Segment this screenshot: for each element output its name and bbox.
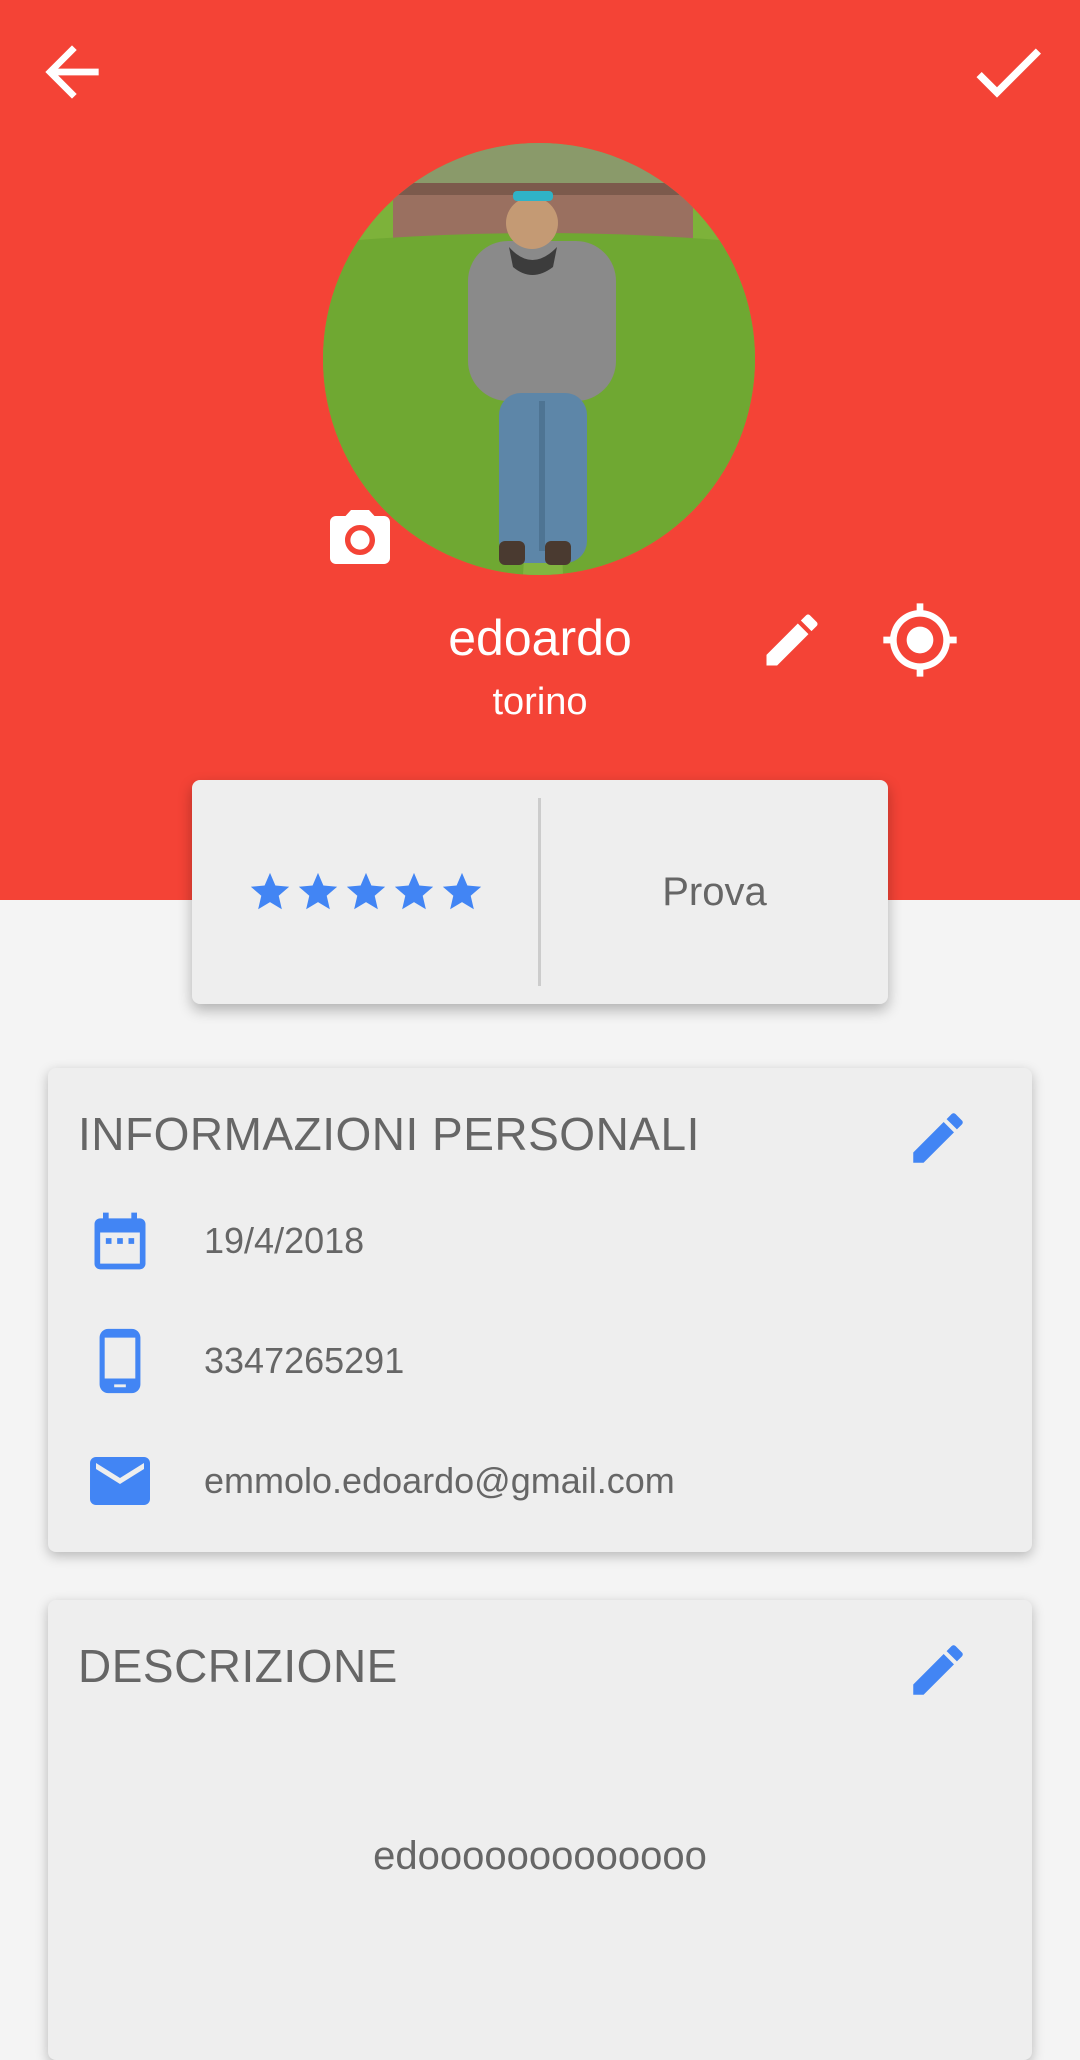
pencil-icon: [913, 1113, 963, 1163]
star-icon: [442, 872, 481, 910]
email-icon: [84, 1445, 156, 1517]
gps-target-icon: [883, 603, 957, 677]
back-button[interactable]: [24, 24, 120, 120]
calendar-icon: [84, 1205, 156, 1277]
description-card: DESCRIZIONE edooooooooooooo: [48, 1600, 1032, 2060]
stats-card: Prova: [192, 780, 888, 1004]
camera-icon: [330, 510, 390, 564]
star-icon: [394, 872, 433, 910]
profile-city: torino: [492, 681, 588, 723]
stats-label: Prova: [662, 869, 767, 914]
email-value: emmolo.edoardo@gmail.com: [204, 1460, 675, 1501]
phone-value: 3347265291: [204, 1340, 405, 1381]
description-title: DESCRIZIONE: [78, 1640, 398, 1692]
change-photo-button[interactable]: [320, 500, 400, 580]
personal-info-title: INFORMAZIONI PERSONALI: [78, 1108, 700, 1160]
info-row-phone: 3347265291: [0, 1316, 984, 1406]
arrow-back-icon: [45, 45, 99, 99]
birth-date-value: 19/4/2018: [204, 1220, 365, 1261]
phone-icon: [84, 1325, 156, 1397]
pencil-icon: [766, 614, 818, 666]
star-icon: [250, 872, 289, 910]
check-icon: [976, 48, 1041, 98]
info-row-email: emmolo.edoardo@gmail.com: [0, 1436, 984, 1526]
pencil-icon: [913, 1645, 963, 1695]
rating-stars: [192, 780, 539, 1004]
star-icon: [346, 872, 385, 910]
description-text: edooooooooooooo: [373, 1834, 707, 1878]
save-button[interactable]: [960, 24, 1056, 120]
edit-profile-button[interactable]: [752, 600, 832, 680]
location-button[interactable]: [876, 596, 964, 684]
info-row-date: 19/4/2018: [0, 1196, 984, 1286]
edit-personal-info-button[interactable]: [898, 1098, 978, 1178]
edit-description-button[interactable]: [898, 1630, 978, 1710]
star-icon: [298, 872, 337, 910]
profile-name: edoardo: [448, 610, 632, 666]
